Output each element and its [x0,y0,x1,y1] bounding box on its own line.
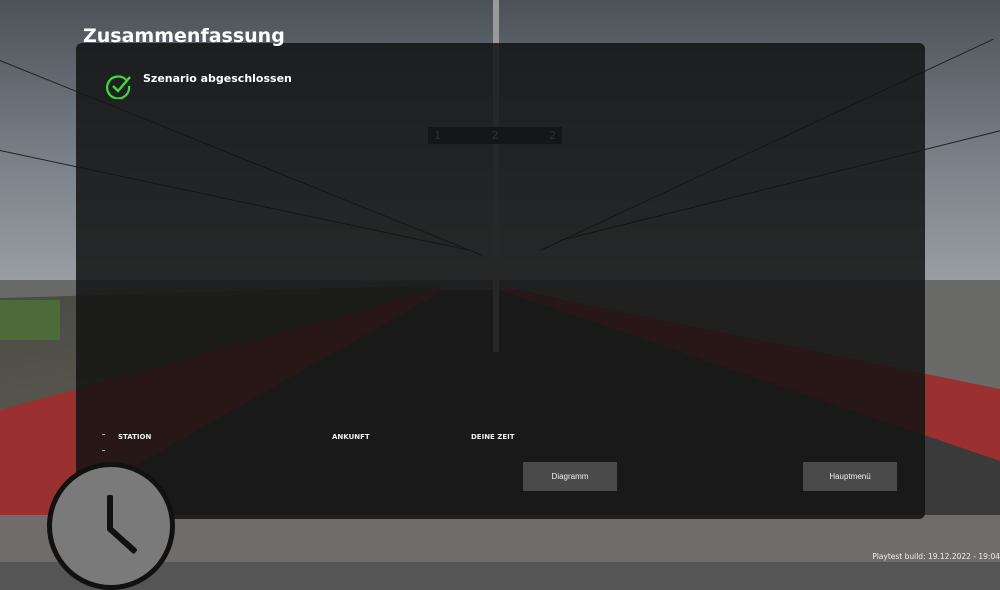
clock-minute-hand [106,525,138,555]
row-marker [102,434,105,435]
column-header-station: STATION [118,433,152,441]
grass [0,300,60,340]
check-circle-icon [106,75,131,99]
column-header-your-time: DEINE ZEIT [471,433,515,441]
main-menu-button[interactable]: Hauptmenü [803,462,897,491]
diagram-button[interactable]: Diagramm [523,462,617,491]
build-info: Playtest build: 19.12.2022 - 19:04 [872,552,1000,561]
column-header-arrival: ANKUNFT [332,433,370,441]
clock-icon [47,462,175,590]
scenario-status: Szenario abgeschlossen [143,72,292,85]
summary-panel [76,43,925,519]
page-title: Zusammenfassung [83,25,285,47]
row-marker [102,450,105,451]
